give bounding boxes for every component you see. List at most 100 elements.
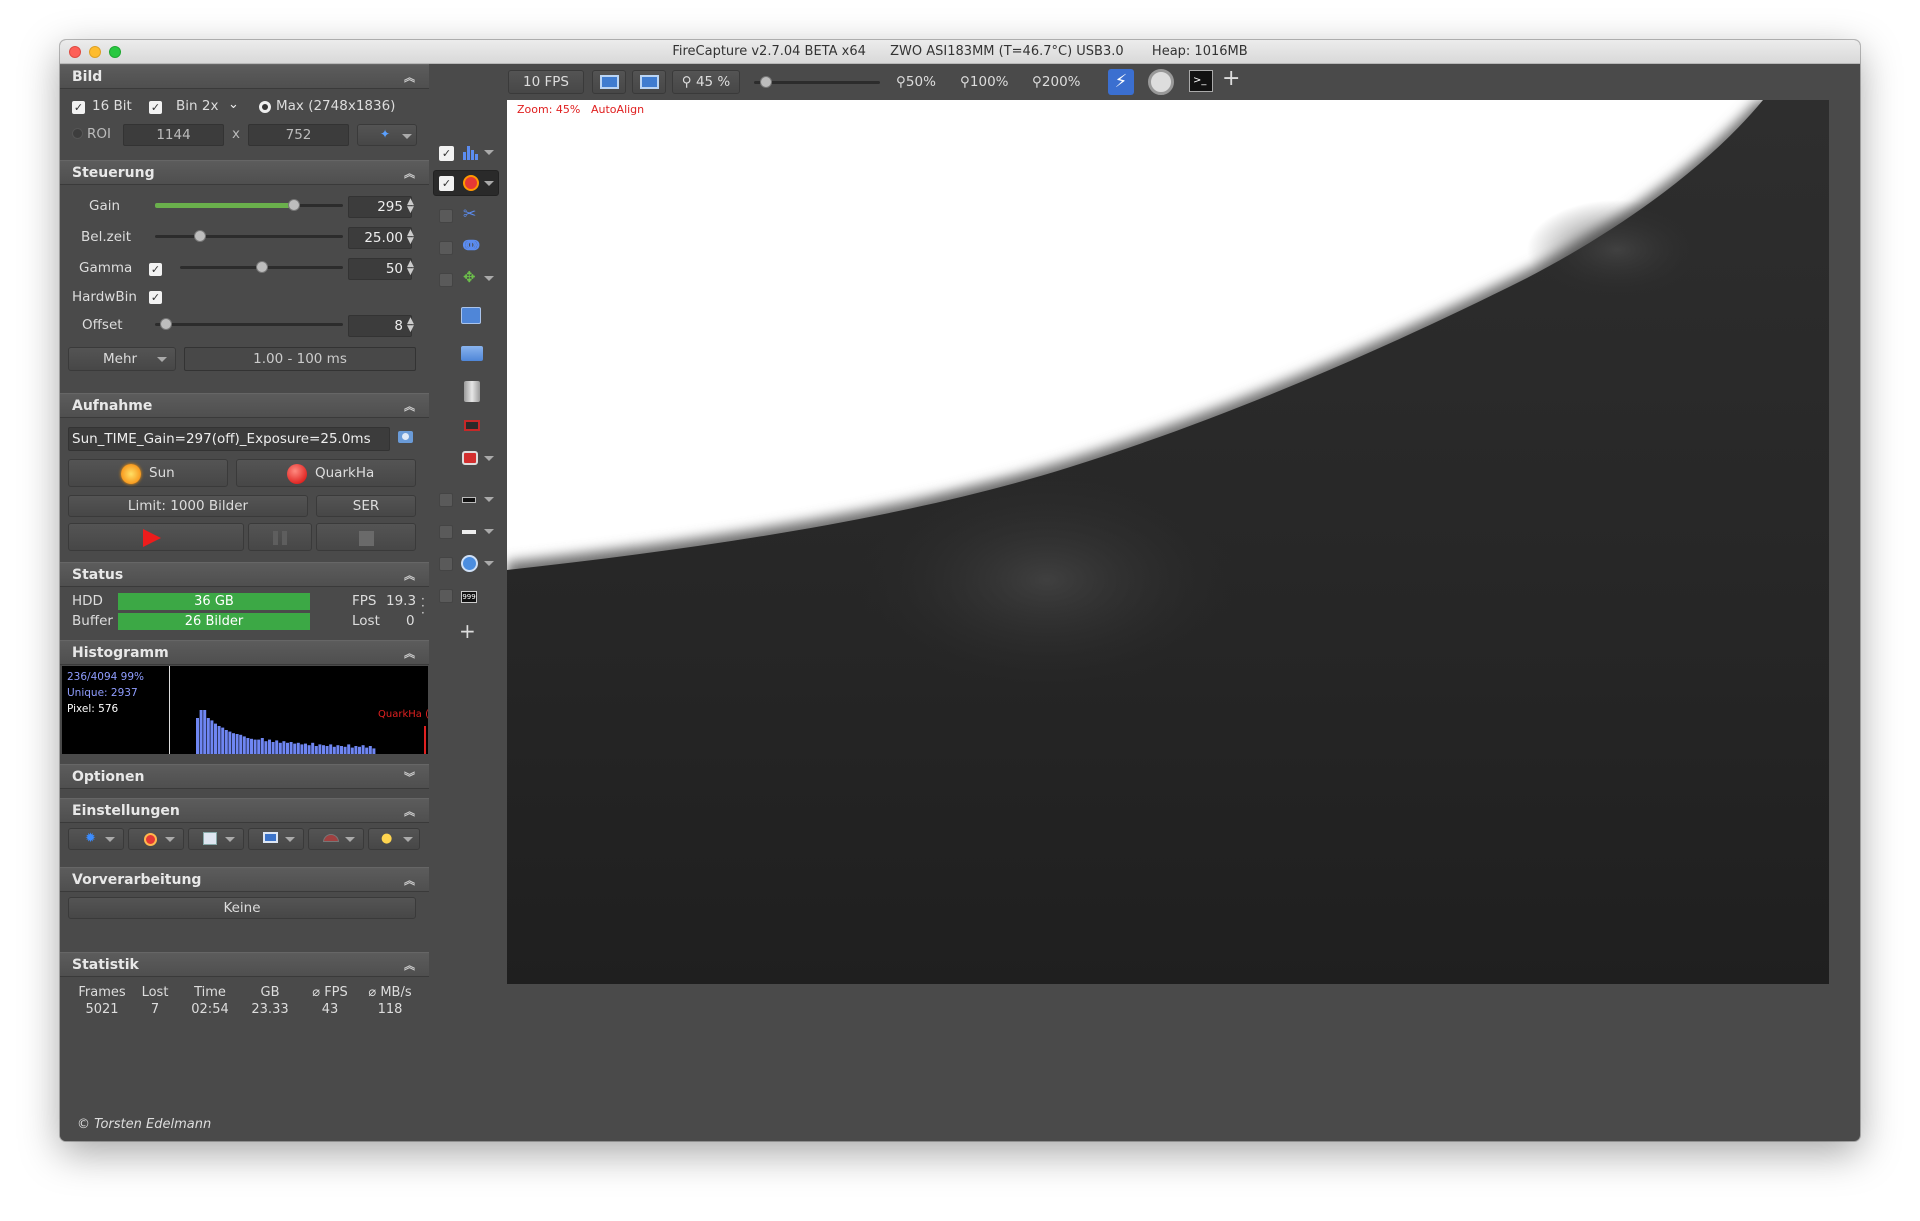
collapse-icon[interactable]: ︽ [404,394,415,419]
scissors-icon[interactable]: ✂ [463,204,476,223]
white-bar-icon[interactable] [462,530,476,534]
settings-dropdown[interactable]: ✹ [68,828,124,850]
collapse-icon[interactable]: ︽ [404,868,415,893]
zoom-slider[interactable] [754,76,880,88]
zoom-window-button[interactable] [109,46,121,58]
gamma-stepper[interactable]: ▲ ▼ [407,260,414,277]
gamma-slider[interactable] [180,261,343,273]
tool-checkbox-7[interactable] [439,589,453,603]
counter-icon[interactable]: 999 [461,591,477,603]
collapse-icon[interactable]: ︽ [404,161,415,186]
telescope-dropdown[interactable] [308,828,364,850]
tool-checkbox-4[interactable] [439,493,453,507]
tool-checkbox-5[interactable] [439,525,453,539]
zoom-slider-knob[interactable] [760,76,772,88]
folder-icon[interactable] [461,346,483,361]
dropdown-arrow-icon[interactable] [484,456,494,461]
plugin-dropdown[interactable]: ● [368,828,420,850]
gamma-input[interactable]: 50 [348,258,412,280]
offset-stepper[interactable]: ▲ ▼ [407,317,414,334]
histogramm-header[interactable]: Histogramm ︽ [60,640,429,665]
quarkha-profile-button[interactable]: QuarkHa [236,459,416,487]
histogram-tool-checkbox[interactable]: ✓ [439,146,454,161]
collapse-icon[interactable]: ︽ [404,641,415,666]
roi-width-input[interactable]: 1144 [123,124,224,146]
target-dropdown[interactable] [128,828,184,850]
belzeit-slider[interactable] [155,230,343,242]
fit-screen-button[interactable] [592,70,626,94]
einstellungen-header[interactable]: Einstellungen ︽ [60,798,429,823]
steuerung-header[interactable]: Steuerung ︽ [60,160,429,185]
dropdown-arrow-icon[interactable] [484,529,494,534]
minimize-window-button[interactable] [89,46,101,58]
close-window-button[interactable] [69,46,81,58]
move-icon[interactable]: ✥ [463,268,476,286]
dropdown-arrow-icon[interactable] [484,276,494,281]
display-dropdown[interactable] [248,828,304,850]
statistik-header[interactable]: Statistik ︽ [60,952,429,977]
add-icon[interactable]: + [1222,66,1240,91]
autoalign-checkbox[interactable]: ✓ [439,176,454,191]
offset-slider[interactable] [155,318,343,330]
aufnahme-header[interactable]: Aufnahme ︽ [60,393,429,418]
capture-start-button[interactable] [68,523,244,551]
camera-viewer[interactable]: Zoom: 45% AutoAlign [507,100,1829,984]
expand-icon[interactable]: ︾ [404,765,415,790]
focus-icon[interactable]: ↈ [463,236,479,254]
hardwbin-checkbox[interactable]: ✓ [149,291,162,304]
tool-checkbox-6[interactable] [439,557,453,571]
tool-checkbox-1[interactable] [439,209,453,223]
roi-preset-dropdown[interactable]: ✦ [357,124,417,146]
gain-stepper[interactable]: ▲ ▼ [407,198,414,215]
black-bar-icon[interactable] [462,497,476,503]
trash-icon[interactable] [464,381,480,402]
record-area-icon[interactable] [464,420,480,431]
belzeit-input[interactable]: 25.00 [348,227,412,249]
sun-profile-button[interactable]: Sun [68,459,228,487]
crosshair-icon[interactable] [463,175,479,191]
globe-icon[interactable] [461,555,478,572]
belzeit-stepper[interactable]: ▲ ▼ [407,229,414,246]
belzeit-slider-knob[interactable] [194,230,207,242]
collapse-icon[interactable]: ︽ [404,65,415,90]
vorverarbeitung-header[interactable]: Vorverarbeitung ︽ [60,867,429,892]
offset-slider-knob[interactable] [160,318,173,330]
more-vertical-icon[interactable]: · · · [421,593,425,619]
fullscreen-button[interactable] [632,70,666,94]
max-radio[interactable] [259,101,271,113]
zoom-200-button[interactable]: ⚲200% [1032,74,1081,90]
preprocessing-button[interactable]: Keine [68,897,416,919]
zoom-field[interactable]: ⚲ 45 % [672,70,740,94]
mehr-dropdown[interactable]: Mehr [68,347,176,371]
bin-checkbox[interactable]: ✓ [149,101,162,114]
terminal-icon[interactable]: >_ [1189,70,1213,92]
bin-select[interactable]: Bin 2x [176,98,218,114]
running-man-icon[interactable]: ⚡ [1108,69,1134,95]
camera-icon[interactable] [398,431,413,443]
fps-limit-button[interactable]: 10 FPS [508,70,584,94]
dropdown-arrow-icon[interactable] [484,561,494,566]
bild-header[interactable]: Bild ︽ [60,64,429,89]
timer-icon[interactable] [1148,69,1174,95]
optionen-header[interactable]: Optionen ︾ [60,764,429,789]
gain-input[interactable]: 295 [348,196,412,218]
dropdown-arrow-icon[interactable] [484,150,494,155]
16bit-checkbox[interactable]: ✓ [72,101,85,114]
dropdown-arrow-icon[interactable] [484,497,494,502]
roi-height-input[interactable]: 752 [248,124,349,146]
gain-slider[interactable] [155,199,343,211]
gain-slider-knob[interactable] [288,199,301,211]
gamma-slider-knob[interactable] [255,261,268,273]
record-icon[interactable] [462,451,478,465]
collapse-icon[interactable]: ︽ [404,799,415,824]
dropdown-arrow-icon[interactable] [484,181,494,186]
bar-chart-icon[interactable] [463,144,479,160]
pause-button[interactable] [248,523,312,551]
collapse-icon[interactable]: ︽ [404,953,415,978]
zoom-50-button[interactable]: ⚲50% [896,74,936,90]
tool-checkbox-3[interactable] [439,273,453,287]
tool-checkbox-2[interactable] [439,241,453,255]
filename-input[interactable]: Sun_TIME_Gain=297(off)_Exposure=25.0ms [68,427,390,451]
add-tool-icon[interactable]: + [459,619,476,643]
stop-button[interactable] [316,523,416,551]
